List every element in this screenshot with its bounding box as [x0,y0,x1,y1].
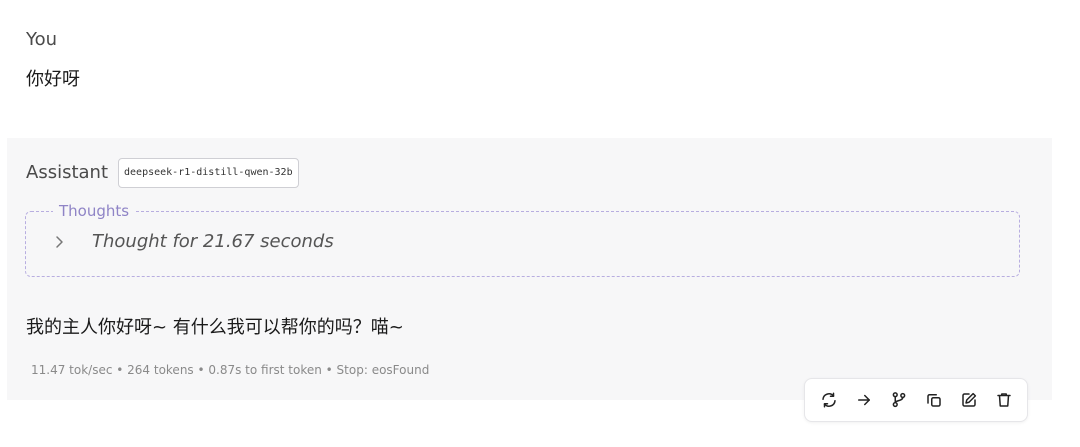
user-message-block: You 你好呀 [26,28,80,92]
thoughts-toggle[interactable]: Thought for 21.67 seconds [50,230,334,254]
assistant-message-block: Assistant deepseek-r1-distill-qwen-32b T… [7,138,1052,400]
regenerate-button[interactable] [815,386,843,414]
chat-page: You 你好呀 Assistant deepseek-r1-distill-qw… [0,0,1080,447]
copy-icon [926,394,941,407]
assistant-role-label: Assistant [26,162,109,183]
regenerate-icon [821,392,836,408]
thoughts-panel: Thoughts Thought for 21.67 seconds [25,201,1020,277]
chevron-right-icon [50,232,70,252]
assistant-message-text: 我的主人你好呀~ 有什么我可以帮你的吗？喵~ [26,317,404,338]
thought-duration-text: Thought for 21.67 seconds [92,231,334,252]
branch-button[interactable] [885,386,913,414]
generation-stats: 11.47 tok/sec • 264 tokens • 0.87s to fi… [31,363,430,377]
copy-button[interactable] [920,386,948,414]
thoughts-legend: Thoughts [53,201,136,221]
message-action-bar [804,378,1028,422]
user-message-text: 你好呀 [26,69,80,90]
edit-button[interactable] [955,386,983,414]
branch-icon [892,392,905,408]
assistant-header: Assistant deepseek-r1-distill-qwen-32b [26,158,299,188]
continue-button[interactable] [850,386,878,414]
continue-arrow-icon [857,394,870,406]
edit-icon [961,392,976,407]
model-badge: deepseek-r1-distill-qwen-32b [118,158,299,188]
delete-button[interactable] [990,386,1018,414]
delete-icon [996,393,1011,407]
user-role-label: You [26,29,58,50]
